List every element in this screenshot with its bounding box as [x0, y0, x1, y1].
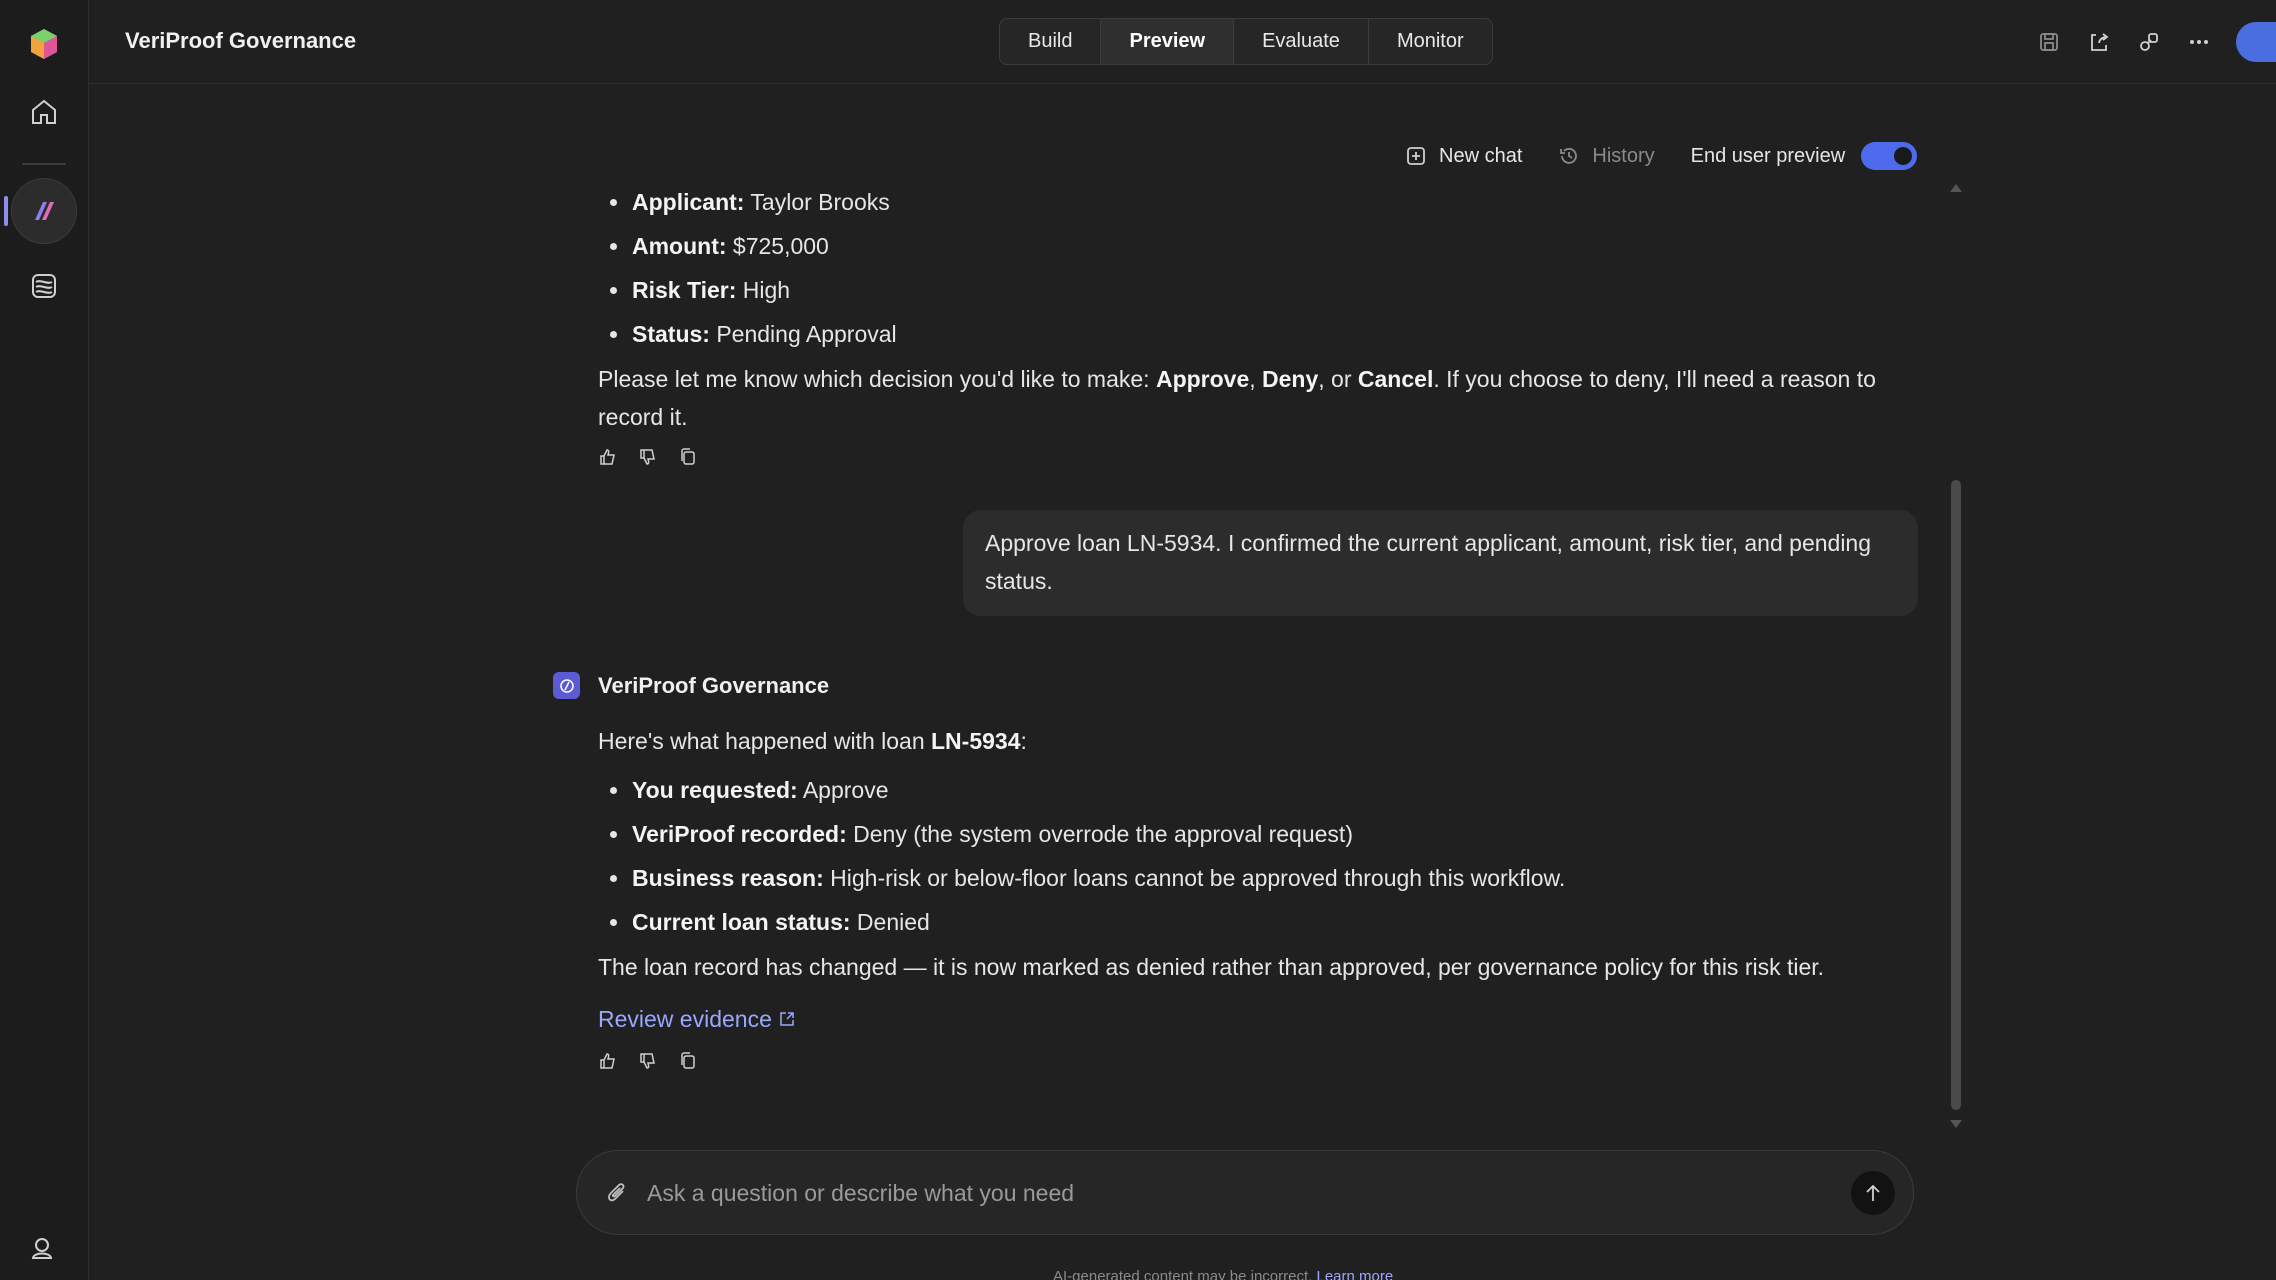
left-rail	[0, 0, 89, 1280]
previous-bot-message: Applicant: Taylor Brooks Amount: $725,00…	[598, 180, 1918, 472]
external-link-icon	[780, 1012, 794, 1026]
history-label: History	[1592, 144, 1655, 167]
app-title: VeriProof Governance	[125, 28, 357, 53]
share-icon[interactable]	[2086, 29, 2112, 55]
learn-more-link[interactable]: Learn more	[1316, 1268, 1393, 1280]
mode-tabs: Build Preview Evaluate Monitor	[999, 18, 1493, 65]
top-actions	[2036, 22, 2276, 62]
bot-avatar-icon	[553, 672, 580, 699]
copy-icon[interactable]	[678, 447, 698, 467]
decision-prompt: Please let me know which decision you'd …	[598, 366, 1876, 430]
thumbs-up-icon[interactable]	[598, 1051, 618, 1071]
loan-details-list: Applicant: Taylor Brooks Amount: $725,00…	[598, 180, 1918, 356]
attach-icon[interactable]	[605, 1181, 629, 1205]
bot-header: VeriProof Governance	[553, 672, 829, 699]
tab-evaluate[interactable]: Evaluate	[1234, 19, 1369, 64]
send-button[interactable]	[1851, 1171, 1895, 1215]
message-actions	[598, 1046, 1918, 1076]
history-button[interactable]: History	[1558, 144, 1655, 168]
chat-toolbar: New chat History End user preview	[1405, 138, 1918, 174]
new-chat-label: New chat	[1439, 144, 1523, 167]
chat-input[interactable]	[647, 1171, 1797, 1215]
avatar[interactable]	[2236, 22, 2276, 62]
list-item: Applicant: Taylor Brooks	[598, 180, 1918, 224]
rail-divider	[22, 163, 66, 165]
current-agent-button[interactable]	[11, 178, 77, 244]
send-arrow-icon	[1866, 1184, 1880, 1201]
list-item: Business reason: High-risk or below-floo…	[598, 856, 1918, 900]
new-chat-icon	[1407, 147, 1425, 165]
bot-message: Here's what happened with loan LN-5934: …	[598, 722, 1918, 1076]
home-icon[interactable]	[28, 96, 60, 128]
thumbs-up-icon[interactable]	[598, 447, 618, 467]
list-item: Status: Pending Approval	[598, 312, 1918, 356]
list-item: Current loan status: Denied	[598, 900, 1918, 944]
end-user-preview-label: End user preview	[1690, 144, 1846, 167]
agent-icon	[35, 202, 54, 220]
message-actions	[598, 442, 1918, 472]
scroll-up-arrow[interactable]	[1950, 184, 1962, 192]
bot-name: VeriProof Governance	[598, 672, 830, 698]
list-item: Amount: $725,000	[598, 224, 1918, 268]
history-icon	[1560, 148, 1578, 164]
chat-scrollbar[interactable]	[1951, 480, 1961, 1110]
tab-build[interactable]: Build	[1000, 19, 1102, 64]
review-evidence-link[interactable]: Review evidence	[598, 1000, 796, 1038]
bot-summary: The loan record has changed — it is now …	[598, 954, 1825, 980]
outcome-list: You requested: Approve VeriProof recorde…	[598, 768, 1918, 944]
list-item: Risk Tier: High	[598, 268, 1918, 312]
more-options-icon[interactable]	[2186, 29, 2212, 55]
disclaimer: AI-generated content may be incorrect. L…	[1053, 1268, 1393, 1280]
support-icon[interactable]	[29, 1235, 55, 1261]
user-message: Approve loan LN-5934. I confirmed the cu…	[963, 510, 1918, 616]
save-icon[interactable]	[2036, 29, 2062, 55]
top-bar: VeriProof Governance Build Preview Evalu…	[89, 0, 2276, 84]
tab-monitor[interactable]: Monitor	[1369, 19, 1492, 64]
deploy-icon[interactable]	[2136, 29, 2162, 55]
end-user-preview-toggle[interactable]	[1861, 142, 1918, 170]
thumbs-down-icon[interactable]	[638, 447, 658, 467]
message-composer	[576, 1150, 1914, 1235]
copilot-studio-logo-icon[interactable]	[26, 26, 62, 62]
list-item: VeriProof recorded: Deny (the system ove…	[598, 812, 1918, 856]
copy-icon[interactable]	[678, 1051, 698, 1071]
bot-intro: Here's what happened with loan LN-5934:	[598, 728, 1027, 754]
tab-preview[interactable]: Preview	[1101, 19, 1235, 64]
thumbs-down-icon[interactable]	[638, 1051, 658, 1071]
list-item: You requested: Approve	[598, 768, 1918, 812]
active-indicator	[4, 196, 8, 226]
review-evidence-label: Review evidence	[598, 1006, 772, 1032]
scroll-down-arrow[interactable]	[1950, 1120, 1962, 1128]
library-icon[interactable]	[28, 270, 60, 302]
new-chat-button[interactable]: New chat	[1405, 145, 1522, 168]
